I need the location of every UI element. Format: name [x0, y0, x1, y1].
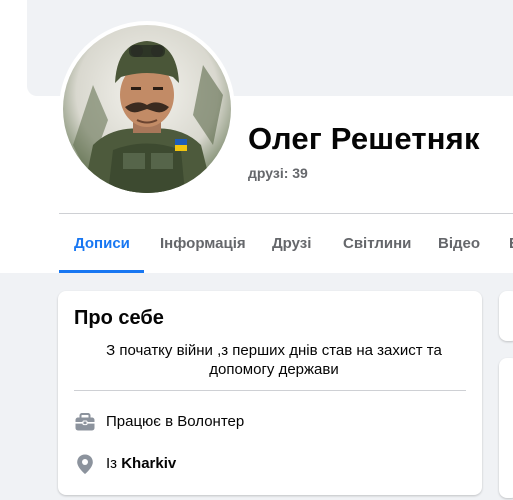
avatar[interactable] — [63, 25, 231, 193]
side-card-top — [499, 291, 513, 341]
tab-videos[interactable]: Відео — [438, 214, 480, 273]
work-prefix: Працює в — [106, 413, 174, 430]
tab-friends[interactable]: Друзі — [272, 214, 311, 273]
work-link[interactable]: Волонтер — [177, 413, 244, 430]
intro-card: Про себе З початку війни ,з перших днів … — [58, 291, 482, 495]
tab-more[interactable]: Е — [509, 214, 513, 273]
tab-about[interactable]: Інформація — [160, 214, 246, 273]
bio-text: З початку війни ,з перших днів став на з… — [106, 342, 442, 378]
profile-name: Олег Решетняк — [248, 121, 480, 156]
tab-posts[interactable]: Дописи — [74, 214, 130, 273]
side-card-bottom — [499, 358, 513, 498]
profile-tabs: Дописи Інформація Друзі Світлини Відео Е — [59, 214, 513, 273]
hometown-link[interactable]: Kharkiv — [121, 455, 176, 472]
active-tab-indicator — [59, 270, 144, 273]
tab-photos[interactable]: Світлини — [343, 214, 411, 273]
map-pin-icon — [74, 453, 96, 475]
soldier-portrait-image — [63, 25, 231, 193]
intro-divider — [74, 390, 466, 391]
friends-count-link[interactable]: друзі: 39 — [248, 165, 308, 181]
briefcase-icon — [74, 411, 96, 433]
from-prefix: Із — [106, 455, 118, 472]
intro-title: Про себе — [74, 307, 164, 329]
